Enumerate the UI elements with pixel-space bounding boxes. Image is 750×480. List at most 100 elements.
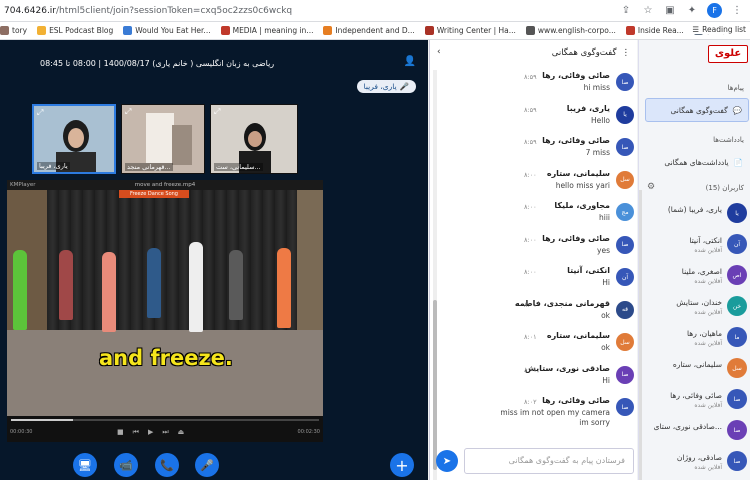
public-chat-label: گفت‌وگوی همگانی [670,105,728,115]
user-status: آفلاین شده [694,340,722,347]
user-status: آفلاین شده [694,278,722,285]
message-author: سلیمانی، ستاره [546,331,610,340]
logo: علوی [708,45,748,63]
chat-message: سل سلیمانی، ستاره ۸:۰۱ ok [440,330,636,362]
bookmark-icon [323,26,333,35]
message-time: ۸:۰۱ [524,333,537,341]
more-icon[interactable]: ⋮ [622,48,631,58]
bookmarks-bar: tory ESL Podcast Blog Would You Eat Her...… [0,22,750,40]
message-time: ۸:۰۰ [524,268,537,276]
user-icon[interactable]: 👤 [404,56,416,67]
video-tile[interactable]: ⤢ قهرمانی منجد... [121,104,205,174]
prev-icon[interactable]: ⏮ [133,428,139,437]
media-player[interactable]: KMPlayer move and freeze.mp4 Freeze Danc… [7,180,323,442]
chat-input[interactable]: فرستادن پیام به گفت‌وگوی همگانی [464,448,634,474]
leave-call-button[interactable]: 📞 [155,453,179,477]
video-frame[interactable]: Freeze Dance Song and freeze. [7,190,323,416]
camera-button[interactable]: 📹 [114,453,138,477]
send-button[interactable]: ➤ [436,450,458,472]
messages-heading: پیام‌ها [727,84,744,92]
user-list-item[interactable]: صا صادقی، روژان آفلاین شده [645,448,749,478]
bookmark-item[interactable]: Inside Rea... [625,26,684,35]
user-list-item[interactable]: ما ماهیان، رها آفلاین شده [645,324,749,354]
message-author: صائی وفائی، رها [542,233,610,243]
avatar: صا [616,138,634,156]
chat-scrollbar[interactable] [433,70,437,480]
message-time: ۸:۰۱ [524,300,537,309]
stop-icon[interactable]: ■ [117,428,124,437]
user-list-item[interactable]: خن خندان، ستایش آفلاین شده [645,293,749,323]
user-list-item[interactable]: یا یاری، فریبا (شما) [645,200,749,230]
chat-message: آن انکتی، آنیتا ۸:۰۰ Hi [440,265,636,297]
user-name: اصغری، ملینا [681,267,722,276]
message-time: ۸:۰۰ [524,203,537,211]
bookmark-item[interactable]: www.english-corpo... [525,26,616,35]
bookmark-label: Independent and D... [335,26,415,35]
expand-icon[interactable]: ⤢ [214,107,220,117]
avatar: صا [727,420,747,440]
video-tile[interactable]: ⤢ یاری، فریبا [32,104,116,174]
avatar: سل [727,358,747,378]
bookmark-icon [0,26,9,35]
bookmark-icon [123,26,133,35]
profile-avatar[interactable]: F [707,3,722,18]
bookmark-icon [424,26,434,35]
next-icon[interactable]: ⏭ [162,428,168,437]
user-list-item[interactable]: اص اصغری، ملینا آفلاین شده [645,262,749,292]
bookmark-item[interactable]: Independent and D... [323,26,415,35]
avatar: مج [616,203,634,221]
avatar: صا [616,73,634,91]
video-tile[interactable]: ⤢ سلیمانی، ست... [210,104,298,174]
share-icon[interactable]: ⇪ [619,4,633,18]
user-list-item[interactable]: صا صائی وفائی، رها آفلاین شده [645,386,749,416]
bookmark-item[interactable]: Writing Center | Ha... [424,26,516,35]
extension-icon[interactable]: ▣ [663,4,677,18]
bookmark-item[interactable]: Would You Eat Her... [123,26,211,35]
expand-icon[interactable]: ⤢ [37,108,43,118]
star-icon[interactable]: ☆ [641,4,655,18]
reading-list-button[interactable]: ☰ Reading list [686,25,746,34]
avatar: آن [616,268,634,286]
tile-name: قهرمانی منجد... [125,163,173,171]
user-list-item[interactable]: سل سلیمانی، ستاره [645,355,749,385]
message-time: ۸:۰۱ [524,365,537,374]
bookmark-item[interactable]: MEDIA | meaning in... [220,26,314,35]
user-name: یاری، فریبا (شما) [667,205,722,214]
chat-message: صا صائی وفائی، رها ۸:۰۰ yes [440,233,636,265]
user-list-item[interactable]: صا صادقی نوری، ستای... [645,417,749,447]
chevron-left-icon[interactable]: ‹ [437,47,441,57]
puzzle-icon[interactable]: ✦ [685,4,699,18]
tile-name: یاری، فریبا [37,162,70,170]
screen-share-button[interactable]: 🖥 [73,453,97,477]
chat-icon: 💬 [732,105,742,115]
gear-icon[interactable]: ⚙ [647,182,655,192]
shared-notes-item[interactable]: یادداشت‌های همگانی 📄 [645,150,749,174]
public-chat-item[interactable]: گفت‌وگوی همگانی 💬 [645,98,749,122]
avatar: قه [616,300,634,319]
play-icon[interactable]: ▶ [148,428,153,437]
user-name: صادقی، روژان [676,453,722,462]
presenter-name: یاری، فریبا [363,82,397,91]
presenter-badge[interactable]: یاری، فریبا 🎤 [356,80,416,93]
tile-name: سلیمانی، ست... [214,163,263,171]
user-list-item[interactable]: آن انکتی، آنیتا آفلاین شده [645,231,749,261]
player-controls[interactable]: 00:00:30 00:02:30 ■ ⏮ ▶ ⏭ ⏏ [7,416,323,442]
conference-stage: ریاضی به زبان انگلیسی ( خانم یاری) 1400/… [0,40,428,480]
eject-icon[interactable]: ⏏ [178,428,185,437]
expand-icon[interactable]: ⤢ [125,107,131,117]
bookmark-label: MEDIA | meaning in... [232,26,314,35]
bookmark-item[interactable]: tory [0,26,27,35]
url-text[interactable]: 704.6426.ir/html5client/join?sessionToke… [4,6,292,16]
microphone-button[interactable]: 🎤 [195,453,219,477]
actions-plus-button[interactable]: + [390,453,414,477]
message-text: ok [601,310,610,320]
total-time: 00:02:30 [297,429,320,435]
users-scrollbar[interactable] [639,190,642,480]
menu-icon[interactable]: ⋮ [730,4,744,18]
address-bar[interactable]: 704.6426.ir/html5client/join?sessionToke… [0,0,750,22]
bookmark-item[interactable]: ESL Podcast Blog [37,26,113,35]
bookmark-label: www.english-corpo... [537,26,616,35]
message-text: im sorry [579,418,610,427]
video-sign: Freeze Dance Song [119,190,189,198]
seek-bar[interactable] [11,419,319,421]
